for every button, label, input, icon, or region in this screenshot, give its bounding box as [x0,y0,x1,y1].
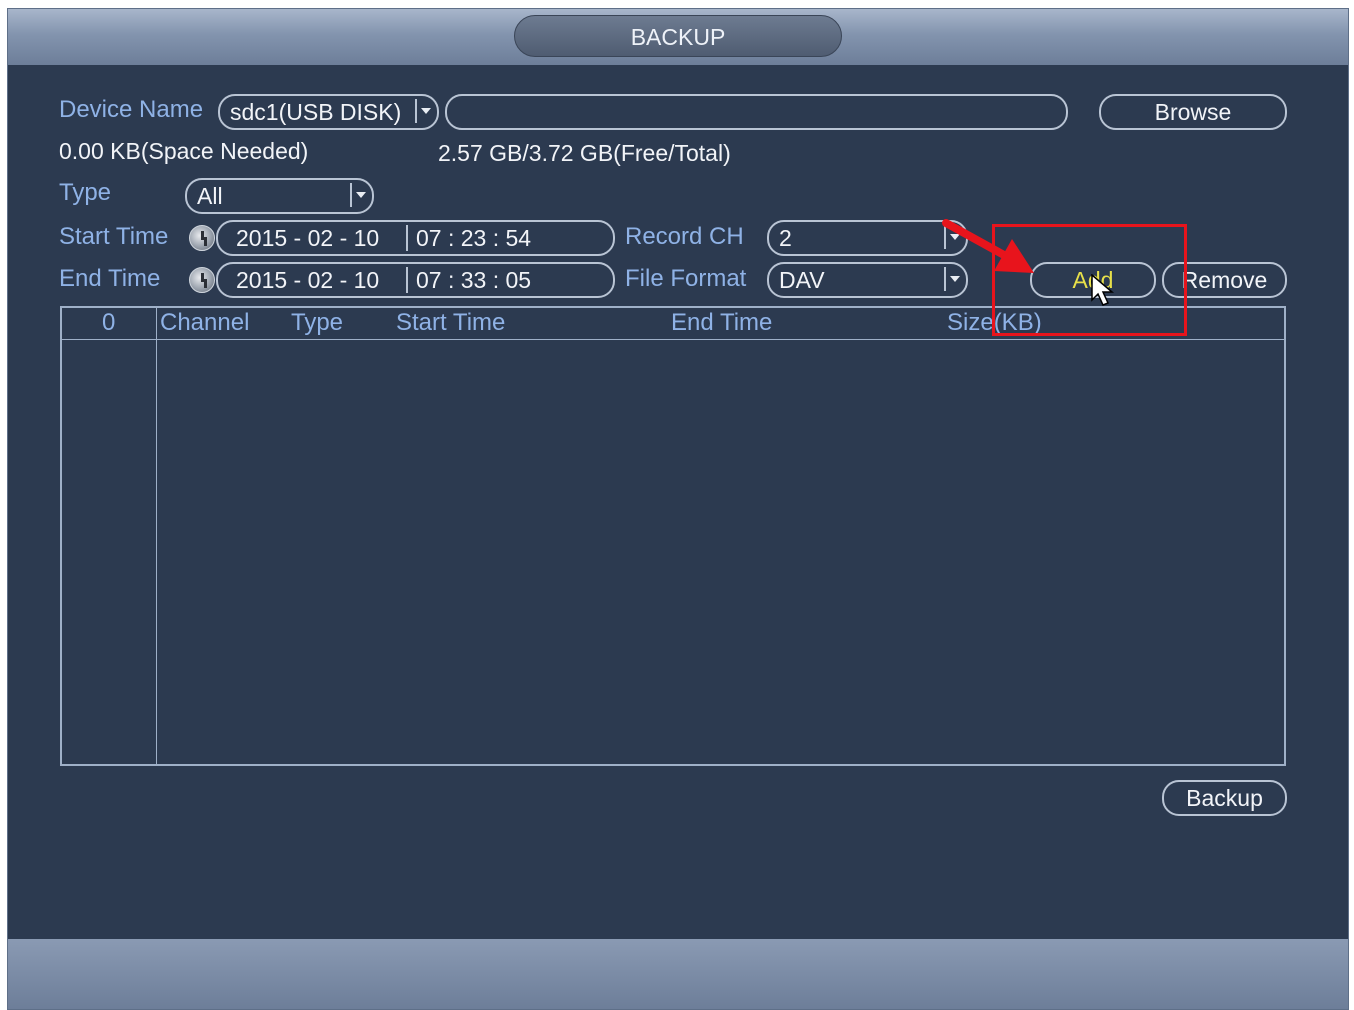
record-ch-value: 2 [779,225,792,251]
device-name-value: sdc1(USB DISK) [230,99,402,125]
separator [406,225,408,251]
col-header-channel: Channel [160,309,250,336]
title-bar: BACKUP [8,9,1348,65]
backup-button[interactable]: Backup [1162,780,1287,816]
footer-bar [8,939,1348,1009]
col-header-start-time: Start Time [396,309,506,336]
col-header-end-time: End Time [671,309,773,336]
end-time-field[interactable]: 2015 - 02 - 10 07 : 33 : 05 [216,262,615,298]
end-clock-value[interactable]: 07 : 33 : 05 [416,264,531,296]
device-name-label: Device Name [59,96,204,123]
device-name-select[interactable]: sdc1(USB DISK) [218,94,439,130]
end-date-value[interactable]: 2015 - 02 - 10 [236,264,379,296]
start-clock-value[interactable]: 07 : 23 : 54 [416,222,531,254]
browse-button[interactable]: Browse [1099,94,1287,130]
start-date-value[interactable]: 2015 - 02 - 10 [236,222,379,254]
backup-file-table[interactable]: 0 Channel Type Start Time End Time Size(… [60,306,1286,766]
window-title: BACKUP [514,15,842,57]
start-time-label: Start Time [59,223,169,250]
free-total-text: 2.57 GB/3.72 GB(Free/Total) [438,140,731,166]
clock-icon[interactable] [189,267,215,293]
index-column-divider [156,308,157,764]
device-path-field[interactable] [445,94,1068,130]
clock-icon[interactable] [189,225,215,251]
type-label: Type [59,179,112,206]
record-ch-select[interactable]: 2 [767,220,968,256]
backup-window: BACKUP Device Name sdc1(USB DISK) Browse… [7,8,1349,1010]
col-header-index: 0 [102,309,116,336]
file-format-label: File Format [625,265,747,292]
space-needed-text: 0.00 KB(Space Needed) [59,138,309,164]
red-arrow-icon [942,219,1034,273]
mouse-pointer-icon [1091,274,1115,306]
chevron-down-icon[interactable] [415,99,435,123]
start-time-field[interactable]: 2015 - 02 - 10 07 : 23 : 54 [216,220,615,256]
file-format-value: DAV [779,267,825,293]
type-value: All [197,183,223,209]
type-select[interactable]: All [185,178,374,214]
col-header-type: Type [291,309,344,336]
end-time-label: End Time [59,265,161,292]
file-format-select[interactable]: DAV [767,262,968,298]
record-ch-label: Record CH [625,223,744,250]
chevron-down-icon[interactable] [350,183,370,207]
separator [406,267,408,293]
header-divider [62,339,1284,340]
